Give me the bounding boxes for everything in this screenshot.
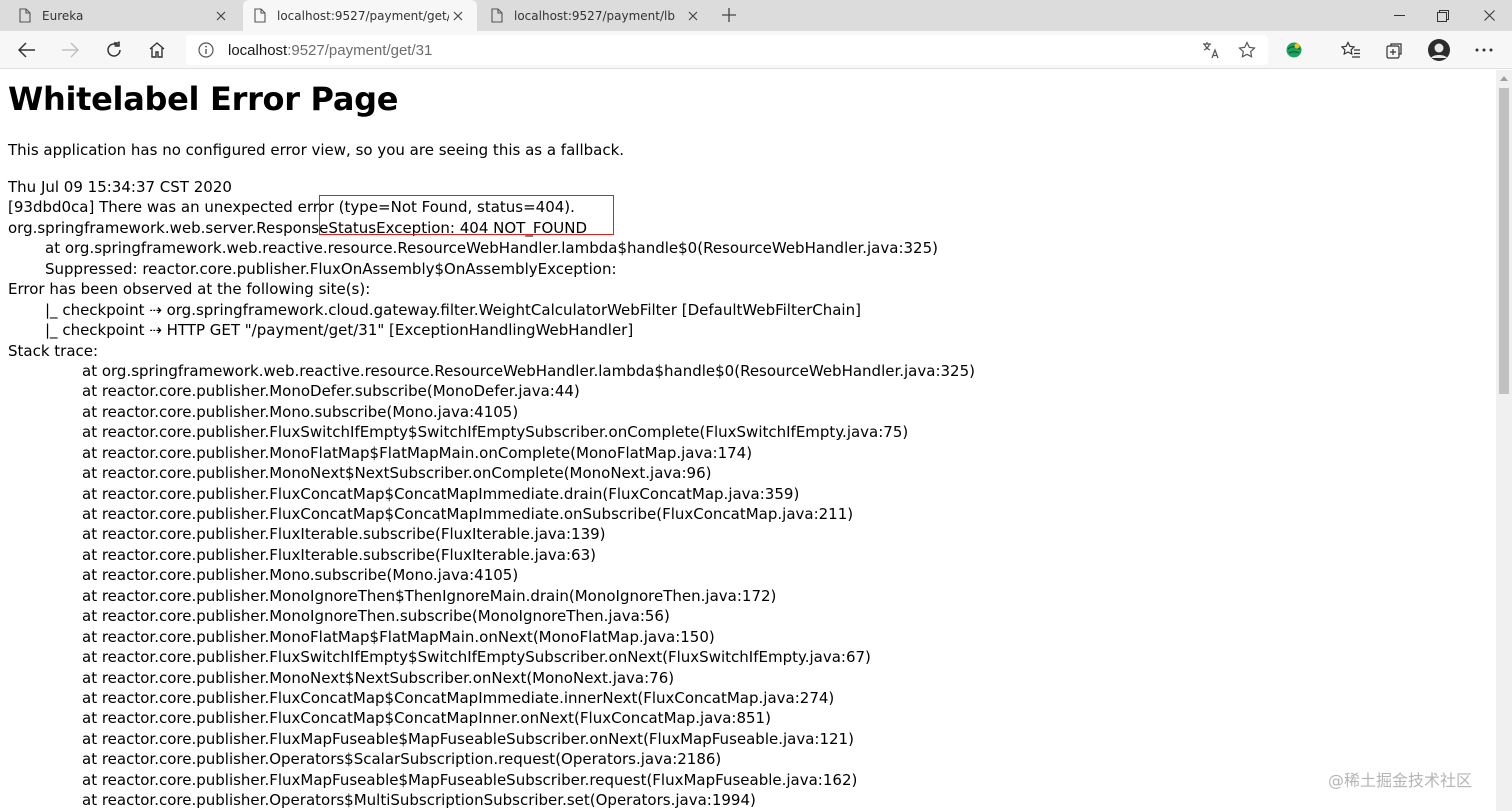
trace-line: Thu Jul 09 15:34:37 CST 2020 [8,178,232,196]
minimize-button[interactable] [1376,0,1422,31]
extension-button[interactable] [1279,35,1309,65]
trace-line: at reactor.core.publisher.Mono.subscribe… [82,566,519,585]
browser-toolbar: localhost:9527/payment/get/31 [0,31,1512,69]
page-icon [18,8,32,24]
trace-line: at reactor.core.publisher.FluxConcatMap$… [82,484,800,503]
trace-line: at reactor.core.publisher.MonoNext$NextS… [82,464,712,483]
close-icon [1483,10,1495,21]
trace-line: at reactor.core.publisher.Operators$Mult… [82,791,756,810]
profile-button[interactable] [1424,35,1454,65]
avatar [1428,39,1450,61]
minimize-icon [1393,15,1405,16]
trace-line: |_ checkpoint ⇢ org.springframework.clou… [45,300,861,319]
trace-line: at reactor.core.publisher.FluxSwitchIfEm… [82,648,871,667]
trace-line: at reactor.core.publisher.FluxSwitchIfEm… [82,423,909,442]
more-button[interactable] [1469,35,1499,65]
trace-line: Stack trace: [8,341,99,360]
favorite-button[interactable] [1232,35,1262,65]
new-tab-button[interactable] [716,3,742,27]
trace-line: at reactor.core.publisher.FluxIterable.s… [82,545,596,564]
watermark: @稀土掘金技术社区 [1328,771,1473,790]
tab-payment-lb[interactable]: localhost:9527/payment/lb [480,0,712,31]
trace-line: at reactor.core.publisher.FluxIterable.s… [82,525,606,544]
translate-icon [1203,42,1219,59]
scroll-thumb[interactable] [1499,88,1509,394]
tab-title: Eureka [42,8,84,23]
restore-icon [1437,9,1449,22]
address-bar[interactable]: localhost:9527/payment/get/31 [186,35,1268,65]
trace-line: at reactor.core.publisher.FluxMapFuseabl… [82,729,854,748]
tab-strip: Eureka localhost:9527/payment/get/31 loc… [0,0,1512,31]
trace-line: at reactor.core.publisher.MonoFlatMap$Fl… [82,443,753,462]
chevron-up-icon [1500,75,1508,81]
url-text: localhost:9527/payment/get/31 [228,42,432,59]
trace-line: at reactor.core.publisher.FluxMapFuseabl… [82,770,858,789]
url-path: :9527/payment/get/31 [287,41,433,59]
trace-line: at reactor.core.publisher.MonoFlatMap$Fl… [82,627,715,646]
tab-eureka[interactable]: Eureka [8,0,240,31]
favorites-list-button[interactable] [1336,35,1366,65]
refresh-icon [107,41,121,57]
tab-title: localhost:9527/payment/lb [514,8,675,23]
page-content: Whitelabel Error Page This application h… [0,70,1496,811]
translate-button[interactable] [1196,35,1226,65]
trace-line: at org.springframework.web.reactive.reso… [82,361,975,380]
error-message: This application has no configured error… [8,141,625,159]
collections-button[interactable] [1380,35,1410,65]
trace-line: at reactor.core.publisher.Operators$Scal… [82,750,722,769]
arrow-right-icon [62,42,79,58]
tab-payment-get[interactable]: localhost:9527/payment/get/31 [243,0,477,31]
trace-line: at reactor.core.publisher.MonoDefer.subs… [82,382,580,401]
close-icon[interactable] [212,7,230,25]
page-title: Whitelabel Error Page [8,80,399,118]
home-button[interactable] [142,35,172,65]
trace-line: [93dbd0ca] There was an unexpected error… [8,198,575,217]
collections-icon [1386,43,1402,59]
forward-button[interactable] [55,35,85,65]
refresh-button[interactable] [99,35,129,65]
info-icon[interactable] [198,42,214,58]
scroll-up-arrow[interactable] [1496,70,1512,86]
back-button[interactable] [12,35,42,65]
trace-line: at reactor.core.publisher.FluxConcatMap$… [82,709,771,728]
url-host: localhost [228,41,288,59]
trace-line: at org.springframework.web.reactive.reso… [45,239,938,258]
trace-line: at reactor.core.publisher.MonoIgnoreThen… [82,607,670,626]
trace-line: at reactor.core.publisher.FluxConcatMap$… [82,688,835,707]
trace-line: Error has been observed at the following… [8,280,371,299]
extension-icon [1286,42,1302,58]
close-window-button[interactable] [1466,0,1512,31]
more-icon [1475,48,1493,52]
trace-line: Suppressed: reactor.core.publisher.FluxO… [45,259,617,278]
maximize-button[interactable] [1420,0,1466,31]
trace-line: at reactor.core.publisher.FluxConcatMap$… [82,505,854,523]
favorites-icon [1341,41,1360,58]
arrow-left-icon [18,42,35,58]
stack-trace: Thu Jul 09 15:34:37 CST 2020 [93dbd0ca] T… [8,177,975,811]
trace-line: org.springframework.web.server.ResponseS… [8,218,588,237]
trace-line: at reactor.core.publisher.MonoIgnoreThen… [82,586,777,605]
star-icon [1238,41,1256,58]
close-icon[interactable] [684,7,702,25]
plus-icon [722,8,736,22]
scrollbar[interactable] [1496,70,1512,811]
close-icon[interactable] [449,7,467,25]
home-icon [149,42,165,58]
trace-line: at reactor.core.publisher.MonoNext$NextS… [82,668,675,687]
page-icon [490,8,504,24]
trace-line: at reactor.core.publisher.Mono.subscribe… [82,402,519,421]
page-icon [253,8,267,24]
trace-line: |_ checkpoint ⇢ HTTP GET "/payment/get/3… [45,321,634,340]
tab-title: localhost:9527/payment/get/31 [277,8,449,23]
